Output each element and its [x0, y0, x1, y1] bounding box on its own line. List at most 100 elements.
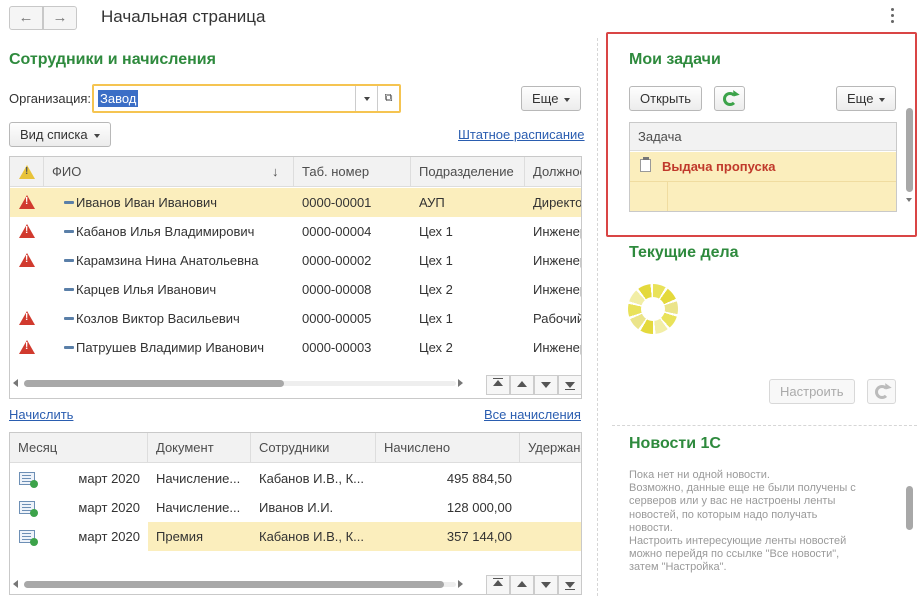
tasks-vscrollbar[interactable]: [904, 108, 914, 208]
news-text-line: Возможно, данные еще не были получены с: [629, 482, 856, 495]
table-row[interactable]: Кабанов Илья Владимирович 0000-00004 Цех 1…: [10, 217, 581, 246]
all-accruals-link[interactable]: Все начисления: [484, 407, 581, 422]
table-row[interactable]: март 2020 Начисление... Кабанов И.В., К...…: [10, 464, 581, 493]
refresh-icon: [723, 92, 737, 106]
cell-fio: Иванов Иван Иванович: [76, 195, 218, 210]
cell-department: Цех 2: [419, 282, 453, 297]
column-header-accrued[interactable]: Начислено: [376, 433, 520, 463]
arrow-left-icon: ←: [18, 9, 34, 26]
news-divider: [612, 425, 917, 426]
task-row[interactable]: Выдача пропуска: [630, 152, 896, 211]
refresh-tasks-button[interactable]: [714, 86, 745, 111]
table-row[interactable]: Козлов Виктор Васильевич 0000-00005 Цех 1 Р…: [10, 304, 581, 333]
cell-position: Инженер: [533, 282, 582, 297]
current-tasks-title: Текущие дела: [629, 244, 739, 261]
go-first-button[interactable]: [486, 575, 510, 594]
page-title: Начальная страница: [101, 7, 266, 26]
table-row[interactable]: март 2020 Премия Кабанов И.В., К... 357 144…: [10, 522, 581, 551]
accruals-table-header: Месяц Документ Сотрудники Начислено Удер…: [10, 433, 581, 463]
cell-department: АУП: [419, 195, 445, 210]
open-task-button[interactable]: Открыть: [629, 86, 703, 111]
column-header-task[interactable]: Задача: [630, 123, 896, 151]
news-empty-text: Пока нет ни одной новости. Возможно, данн…: [629, 469, 897, 575]
news-text-line: Настроить интересующие ленты новостей: [629, 535, 847, 548]
page-down-button[interactable]: [534, 575, 558, 594]
cell-accrued: 357 144,00: [446, 529, 512, 544]
cell-employees: Кабанов И.В., К...: [259, 471, 364, 486]
more-menu-icon[interactable]: [887, 8, 897, 26]
table-row[interactable]: Карамзина Нина Анатольевна 0000-00002 Цех …: [10, 246, 581, 275]
sort-down-icon: ↓: [272, 164, 279, 179]
task-title[interactable]: Выдача пропуска: [662, 152, 776, 181]
employees-more-button[interactable]: Еще: [521, 86, 582, 111]
cell-tab-number: 0000-00005: [302, 311, 372, 326]
news-text-line: новостей, по которым надо получать: [629, 508, 818, 521]
table-row[interactable]: Иванов Иван Иванович 0000-00001 АУП Директо…: [10, 188, 581, 217]
column-header-withheld[interactable]: Удержано: [520, 433, 581, 463]
organization-value[interactable]: Завод: [98, 90, 139, 107]
column-header-month[interactable]: Месяц: [10, 433, 148, 463]
page-up-button[interactable]: [510, 375, 534, 395]
back-button[interactable]: ←: [9, 6, 43, 30]
panel-divider: [597, 38, 598, 596]
arrow-right-icon: →: [52, 9, 68, 26]
cell-month: март 2020: [78, 529, 140, 544]
refresh-icon: [875, 385, 889, 399]
cell-employees: Иванов И.И.: [259, 500, 334, 515]
refresh-current-button[interactable]: [867, 379, 896, 404]
open-window-icon[interactable]: ⧉: [377, 86, 399, 111]
accruals-hscrollbar[interactable]: [10, 578, 470, 590]
news-text-line: Пока нет ни одной новости.: [629, 469, 770, 481]
go-last-button[interactable]: [558, 375, 581, 395]
loading-spinner-icon: [628, 284, 678, 334]
employees-table[interactable]: ФИО↓ Таб. номер Подразделение Должнос Ив…: [9, 156, 582, 399]
cell-month: март 2020: [78, 500, 140, 515]
cell-position: Инженер: [533, 340, 582, 355]
news-text-line: можно перейдя по ссылке "Все новости",: [629, 548, 840, 561]
page-up-button[interactable]: [510, 575, 534, 594]
column-header-fio[interactable]: ФИО ↓: [44, 157, 294, 187]
news-vscrollbar[interactable]: [904, 486, 914, 536]
cell-department: Цех 1: [419, 253, 453, 268]
go-last-button[interactable]: [558, 575, 581, 594]
news-text-line: затем "Настройка".: [629, 561, 727, 574]
column-header-employees[interactable]: Сотрудники: [251, 433, 376, 463]
cell-tab-number: 0000-00004: [302, 224, 372, 239]
list-view-button[interactable]: Вид списка: [9, 122, 111, 147]
cell-position: Инженер: [533, 253, 582, 268]
cell-tab-number: 0000-00003: [302, 340, 372, 355]
tasks-table[interactable]: Задача Выдача пропуска: [629, 122, 897, 212]
news-text-line: серверов или у вас не настроены ленты: [629, 495, 836, 508]
employees-hscrollbar[interactable]: [10, 377, 470, 389]
org-label: Организация:: [9, 91, 92, 106]
warning-column-header[interactable]: [10, 157, 44, 187]
go-first-button[interactable]: [486, 375, 510, 395]
staff-schedule-link[interactable]: Штатное расписание: [458, 127, 585, 142]
cell-position: Директор: [533, 195, 582, 210]
table-row[interactable]: Патрушев Владимир Иванович 0000-00003 Цех …: [10, 333, 581, 362]
cell-department: Цех 1: [419, 224, 453, 239]
column-header-tab-number[interactable]: Таб. номер: [294, 157, 411, 187]
cell-document: Премия: [156, 529, 204, 544]
cell-document: Начисление...: [156, 500, 241, 515]
tasks-more-button[interactable]: Еще: [836, 86, 897, 111]
table-row[interactable]: март 2020 Начисление... Иванов И.И. 128 000…: [10, 493, 581, 522]
column-header-position[interactable]: Должнос: [525, 157, 581, 187]
column-header-department[interactable]: Подразделение: [411, 157, 525, 187]
column-header-document[interactable]: Документ: [148, 433, 251, 463]
cell-fio: Карцев Илья Иванович: [76, 282, 217, 297]
employees-table-header: ФИО↓ Таб. номер Подразделение Должнос: [10, 157, 581, 187]
organization-field[interactable]: Завод ⧉: [92, 84, 401, 113]
cell-tab-number: 0000-00001: [302, 195, 372, 210]
cell-fio: Козлов Виктор Васильевич: [76, 311, 240, 326]
warning-icon: [19, 165, 35, 179]
page-down-button[interactable]: [534, 375, 558, 395]
table-row[interactable]: Карцев Илья Иванович 0000-00008 Цех 2 Инжен…: [10, 275, 581, 304]
accruals-table[interactable]: Месяц Документ Сотрудники Начислено Удер…: [9, 432, 582, 595]
chevron-down-icon[interactable]: [355, 86, 377, 111]
accrue-link[interactable]: Начислить: [9, 407, 73, 422]
forward-button[interactable]: →: [43, 6, 77, 30]
cell-tab-number: 0000-00008: [302, 282, 372, 297]
cell-document: Начисление...: [156, 471, 241, 486]
configure-button[interactable]: Настроить: [769, 379, 855, 404]
